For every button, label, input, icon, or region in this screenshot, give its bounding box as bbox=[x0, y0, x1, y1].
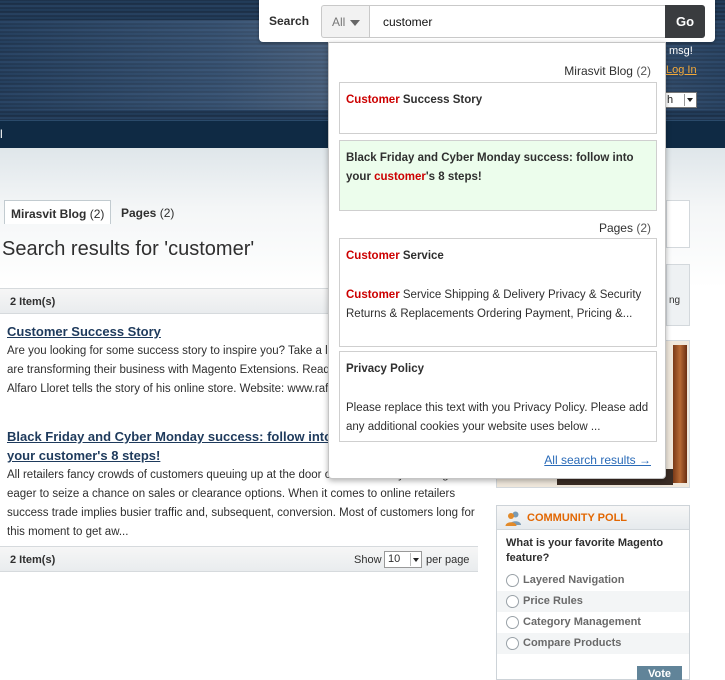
search-bar: Search All Go bbox=[259, 0, 715, 42]
page-title: Search results for 'customer' bbox=[2, 238, 255, 260]
search-go-button[interactable]: Go bbox=[665, 5, 705, 38]
sidebar-block bbox=[666, 200, 690, 248]
sidebar-block: ng bbox=[666, 264, 690, 326]
poll-option[interactable]: Layered Navigation bbox=[497, 570, 689, 591]
poll-header: COMMUNITY POLL bbox=[497, 506, 689, 530]
header-welcome-message: msg! bbox=[669, 45, 693, 57]
autocomplete-item[interactable]: Privacy Policy Please replace this text … bbox=[339, 351, 657, 442]
vote-button[interactable]: Vote bbox=[637, 666, 682, 680]
poll-option[interactable]: Price Rules bbox=[497, 591, 689, 612]
banner-image-detail bbox=[673, 345, 687, 483]
search-category-value: All bbox=[332, 15, 346, 29]
autocomplete-item-title: 's 8 steps! bbox=[425, 171, 482, 183]
tab-label: Mirasvit Blog bbox=[11, 207, 87, 221]
poll-option[interactable]: Category Management bbox=[497, 612, 689, 633]
item-count: 2 Item(s) bbox=[10, 296, 56, 308]
search-autocomplete-dropdown: Mirasvit Blog (2) Customer Success Story… bbox=[328, 42, 666, 479]
search-category-select[interactable]: All bbox=[321, 5, 369, 38]
search-result-tabs: Mirasvit Blog (2) Pages (2) bbox=[4, 200, 324, 224]
poll-option-label: Price Rules bbox=[523, 595, 583, 607]
result-title-link[interactable]: Customer Success Story bbox=[7, 322, 337, 341]
search-input[interactable] bbox=[369, 5, 665, 38]
autocomplete-group-count: (2) bbox=[636, 64, 651, 78]
header-switcher-value: h bbox=[667, 94, 674, 106]
autocomplete-item-title-highlight: customer bbox=[374, 171, 426, 183]
users-icon bbox=[505, 511, 521, 526]
autocomplete-group-header: Pages (2) bbox=[599, 221, 651, 235]
chevron-down-icon bbox=[410, 553, 420, 566]
limit-value: 10 bbox=[388, 553, 401, 565]
poll-option-label: Compare Products bbox=[523, 637, 622, 649]
radio-button[interactable] bbox=[506, 595, 519, 608]
autocomplete-item-body: Please replace this text with you Privac… bbox=[346, 402, 649, 433]
autocomplete-group-header: Mirasvit Blog (2) bbox=[564, 64, 651, 78]
autocomplete-group-name: Mirasvit Blog bbox=[564, 64, 633, 78]
radio-button[interactable] bbox=[506, 574, 519, 587]
radio-button[interactable] bbox=[506, 637, 519, 650]
autocomplete-item-title-highlight: Customer bbox=[346, 94, 400, 106]
login-link[interactable]: Log In bbox=[666, 64, 697, 76]
item-count: 2 Item(s) bbox=[10, 554, 56, 566]
autocomplete-item-body-highlight: Customer bbox=[346, 289, 400, 301]
per-page-label: per page bbox=[426, 554, 470, 566]
autocomplete-item-title: Privacy Policy bbox=[346, 363, 424, 375]
header-switcher-select[interactable]: h bbox=[665, 92, 697, 108]
all-search-results-link[interactable]: All search results → bbox=[544, 453, 651, 467]
autocomplete-item[interactable]: Customer Service Customer Service Shippi… bbox=[339, 238, 657, 347]
tab-pages[interactable]: Pages (2) bbox=[115, 200, 180, 224]
autocomplete-item[interactable]: Customer Success Story bbox=[339, 82, 657, 134]
search-label: Search bbox=[269, 14, 310, 28]
nav-item[interactable]: l bbox=[0, 127, 3, 141]
limit-select[interactable]: 10 bbox=[384, 551, 422, 568]
tab-count: (2) bbox=[89, 207, 105, 221]
results-toolbar-bottom: 2 Item(s) Show 10 per page bbox=[0, 546, 478, 572]
autocomplete-item[interactable]: Black Friday and Cyber Monday success: f… bbox=[339, 140, 657, 211]
poll-option[interactable]: Compare Products bbox=[497, 633, 689, 654]
autocomplete-group-count: (2) bbox=[636, 221, 651, 235]
autocomplete-item-title-highlight: Customer bbox=[346, 250, 400, 262]
show-label: Show bbox=[354, 554, 382, 566]
sidebar-block-text: ng bbox=[669, 295, 681, 306]
poll-option-label: Layered Navigation bbox=[523, 574, 625, 586]
autocomplete-item-title: Success Story bbox=[399, 94, 483, 106]
chevron-down-icon bbox=[350, 20, 360, 26]
result-title-link[interactable]: Black Friday and Cyber Monday success: f… bbox=[7, 427, 337, 465]
tab-label: Pages bbox=[121, 206, 157, 220]
autocomplete-group-name: Pages bbox=[598, 221, 633, 235]
tab-count: (2) bbox=[159, 206, 175, 220]
tab-mirasvit-blog[interactable]: Mirasvit Blog (2) bbox=[4, 200, 112, 224]
radio-button[interactable] bbox=[506, 616, 519, 629]
poll-title: COMMUNITY POLL bbox=[527, 512, 628, 524]
poll-option-label: Category Management bbox=[523, 616, 641, 628]
poll-question: What is your favorite Magento feature? bbox=[506, 537, 664, 564]
chevron-down-icon bbox=[684, 94, 695, 106]
autocomplete-item-title: Service bbox=[399, 250, 444, 262]
community-poll: COMMUNITY POLL What is your favorite Mag… bbox=[496, 505, 690, 680]
